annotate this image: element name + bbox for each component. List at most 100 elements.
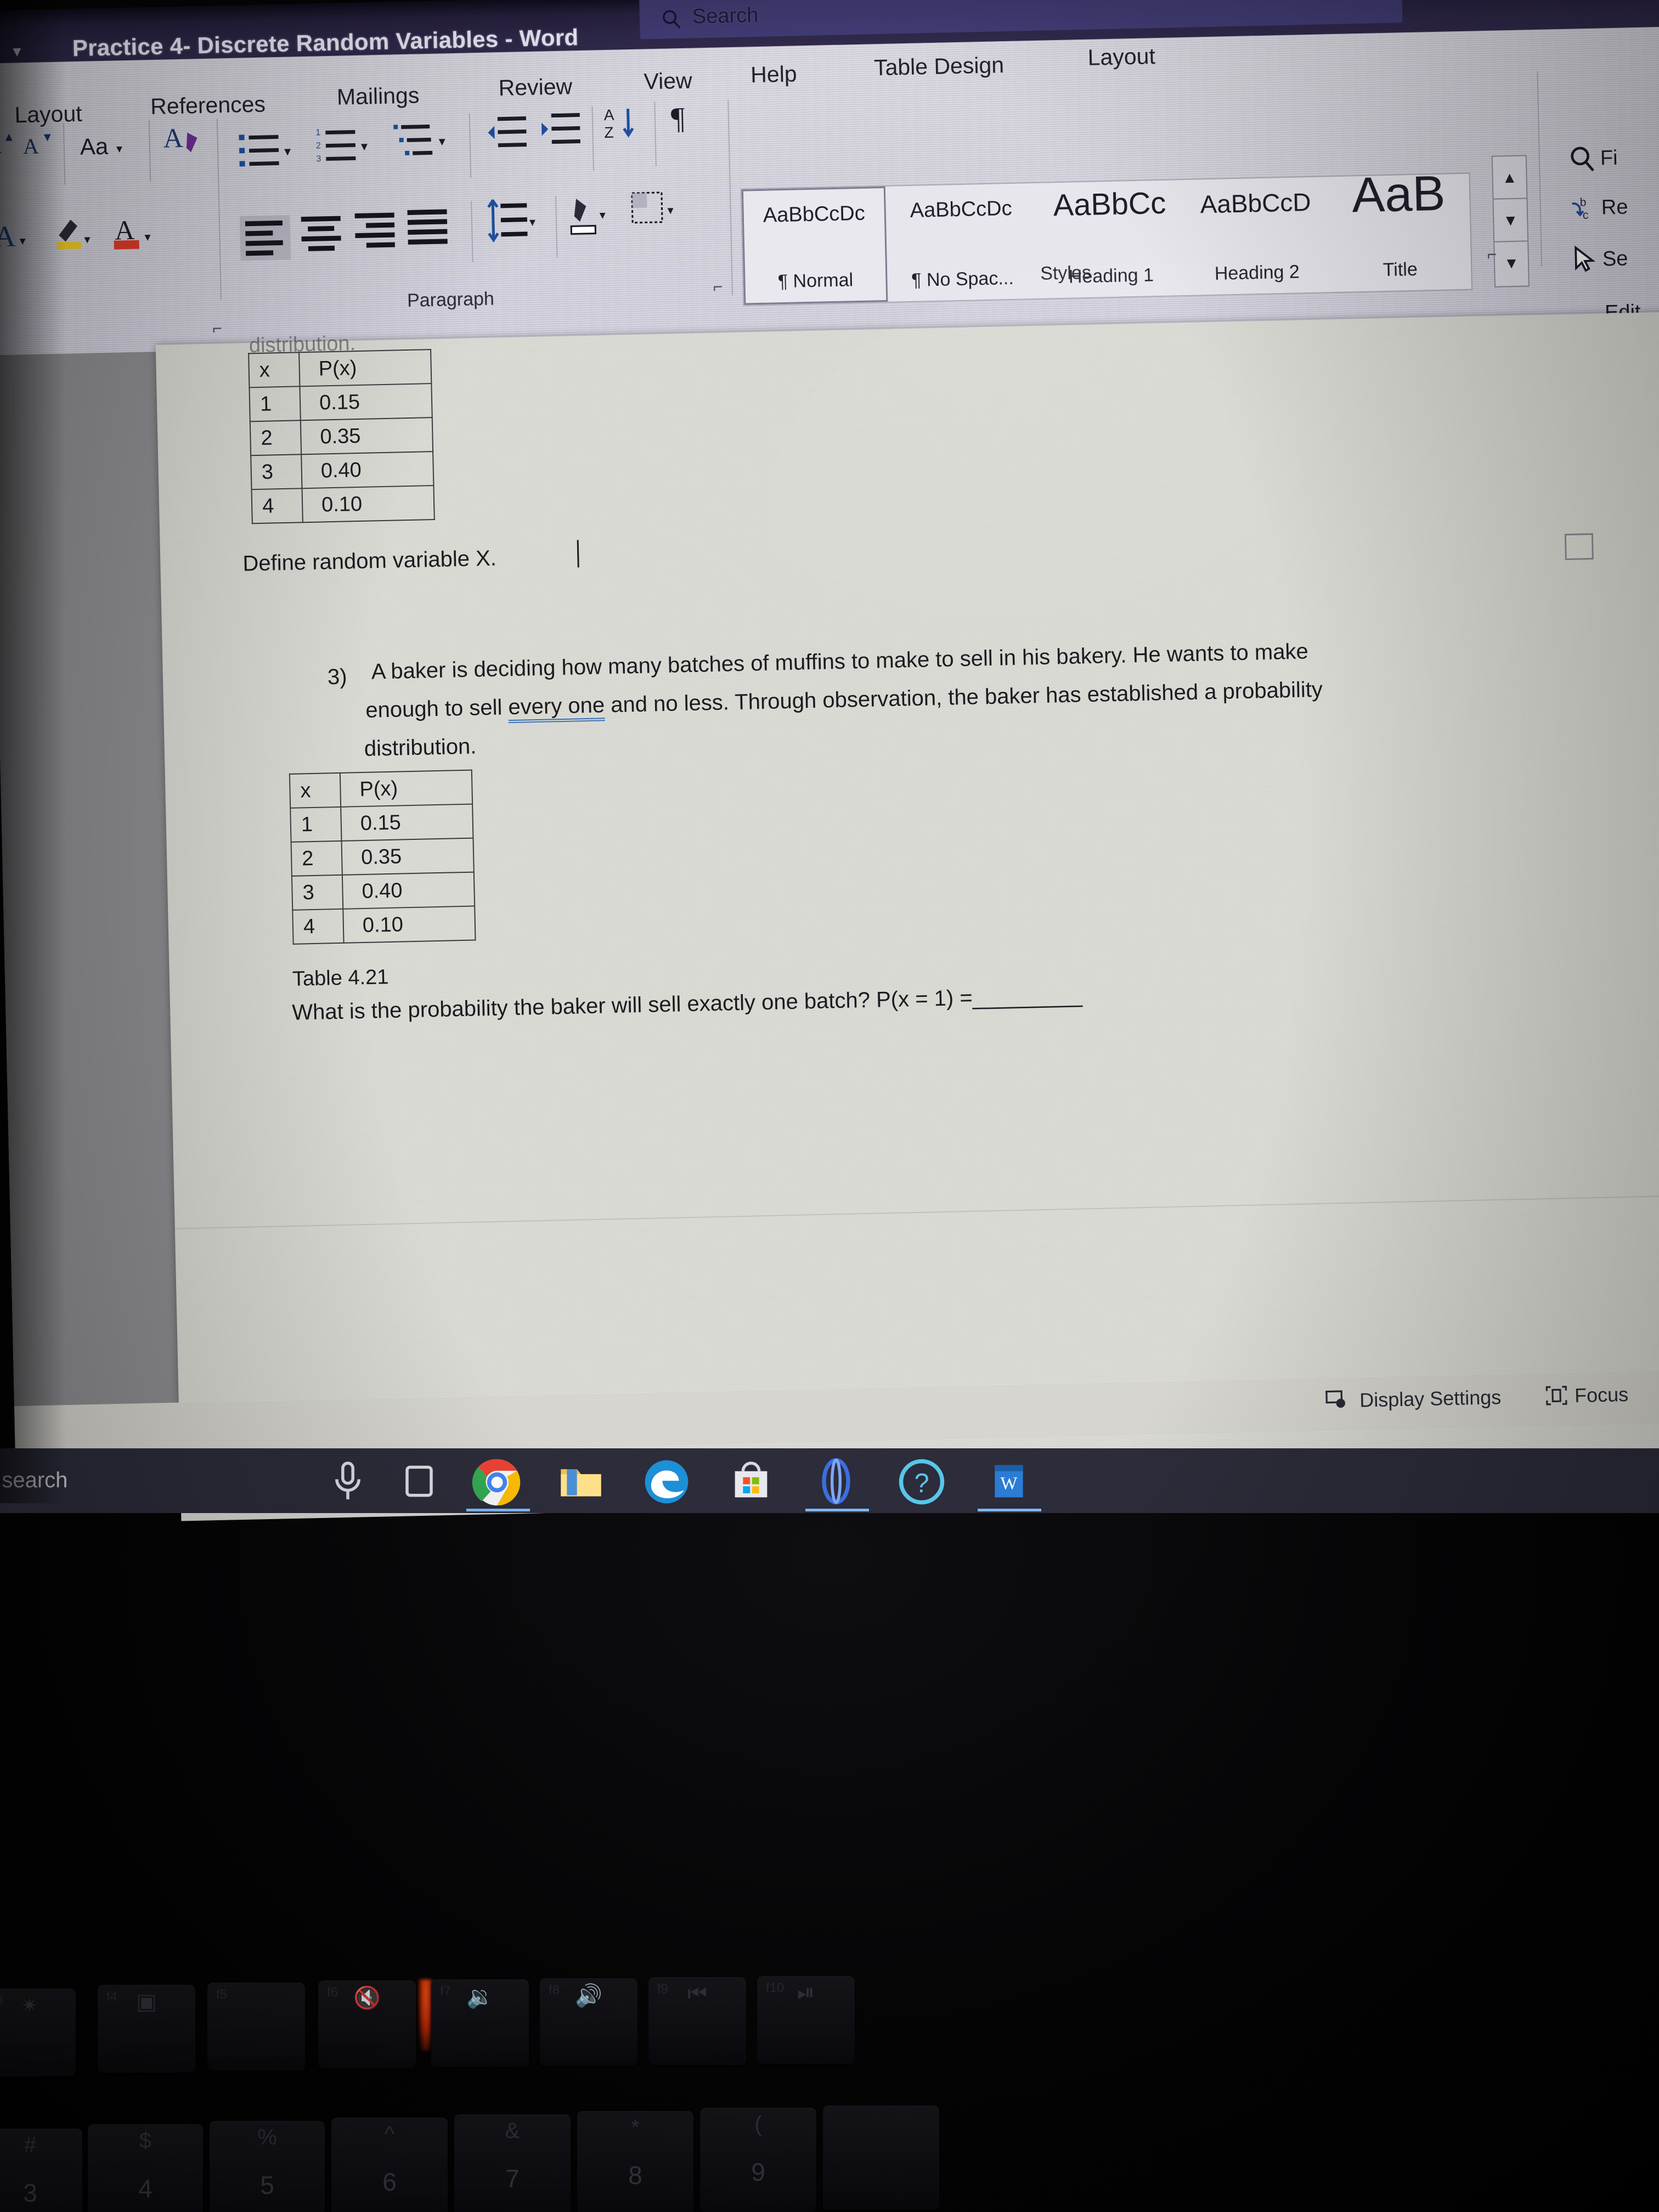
- laptop-keyboard: hp: [0, 1481, 1659, 2212]
- key-5[interactable]: % 5: [210, 2121, 325, 2212]
- key-3[interactable]: # 3: [0, 2129, 82, 2212]
- help-icon[interactable]: ?: [897, 1457, 945, 1505]
- key-f4[interactable]: f4 ▣: [98, 1985, 195, 2073]
- find-icon[interactable]: [1567, 144, 1598, 178]
- tab-table-design[interactable]: Table Design: [874, 52, 1005, 81]
- document-page[interactable]: distribution. x P(x) 1 0.15 2 0.35 3 0.4…: [155, 312, 1659, 1525]
- key-f8-volume-up[interactable]: f8 🔊: [540, 1978, 637, 2066]
- key-f6-mute[interactable]: f6 🔇: [318, 1980, 416, 2068]
- borders-icon[interactable]: ▾: [629, 189, 685, 234]
- display-settings-label[interactable]: Display Settings: [1359, 1386, 1502, 1412]
- define-random-variable-text: Define random variable X.: [242, 546, 497, 576]
- probability-table-2[interactable]: x P(x) 1 0.15 2 0.35 3 0.40 4 0.10: [289, 770, 476, 945]
- grammar-flagged-text[interactable]: every one: [508, 693, 605, 724]
- replace-label[interactable]: Re: [1601, 195, 1628, 219]
- task-view-icon[interactable]: [395, 1457, 443, 1505]
- sort-icon[interactable]: A Z: [603, 103, 651, 143]
- gallery-scroll-up-icon[interactable]: ▲: [1492, 156, 1527, 200]
- divider: [654, 101, 657, 167]
- styles-gallery-scrollbar[interactable]: ▲ ▼ ▼: [1491, 155, 1530, 287]
- font-color-icon[interactable]: A ▾: [113, 211, 167, 253]
- show-formatting-marks-icon[interactable]: ¶: [668, 98, 703, 137]
- tab-layout[interactable]: Layout: [14, 101, 82, 128]
- tab-review[interactable]: Review: [498, 74, 572, 101]
- focus-label[interactable]: Focus: [1575, 1383, 1629, 1407]
- line-spacing-icon[interactable]: ▾: [485, 198, 541, 244]
- svg-text:▾: ▾: [144, 230, 151, 244]
- style-no-spacing[interactable]: AaBbCcDc ¶ No Spac...: [889, 183, 1035, 302]
- align-right-icon[interactable]: [352, 208, 400, 253]
- microphone-icon[interactable]: [324, 1457, 372, 1505]
- file-explorer-icon[interactable]: [557, 1457, 605, 1505]
- tab-mailings[interactable]: Mailings: [336, 82, 419, 110]
- numbering-icon[interactable]: 1 2 3 ▾: [315, 125, 377, 168]
- tab-view[interactable]: View: [644, 68, 692, 95]
- svg-text:c: c: [1583, 209, 1589, 222]
- style-label: Title: [1383, 258, 1418, 281]
- key-6[interactable]: ^ 6: [331, 2118, 448, 2212]
- grow-font-icon[interactable]: A ▲: [0, 129, 14, 160]
- style-heading-2[interactable]: AaBbCcD Heading 2: [1186, 177, 1327, 295]
- find-label[interactable]: Fi: [1600, 146, 1618, 171]
- key-7[interactable]: & 7: [454, 2114, 571, 2212]
- key-main-label: 8: [628, 2161, 642, 2190]
- change-case-icon[interactable]: Aa ▾: [80, 131, 135, 161]
- key-f10-playpause[interactable]: f10 ⏯: [757, 1976, 855, 2064]
- key-9[interactable]: ( 9: [700, 2108, 816, 2212]
- comment-marker[interactable]: [1564, 533, 1594, 561]
- key-4[interactable]: $ 4: [88, 2124, 203, 2212]
- edge-icon[interactable]: [642, 1457, 690, 1505]
- volume-up-icon: 🔊: [575, 1984, 602, 2008]
- key-0[interactable]: [823, 2106, 939, 2210]
- key-8[interactable]: * 8: [577, 2111, 693, 2212]
- select-icon[interactable]: [1569, 244, 1600, 278]
- text-effects-icon[interactable]: A ▾: [0, 217, 45, 254]
- shading-icon[interactable]: ▾: [567, 193, 621, 239]
- svg-text:¶: ¶: [670, 101, 685, 136]
- chevron-down-icon[interactable]: ▾: [8, 42, 27, 60]
- align-left-icon[interactable]: [239, 215, 291, 261]
- multilevel-list-icon[interactable]: ▾: [393, 120, 455, 163]
- paragraph-group-launcher[interactable]: ⌐: [713, 278, 723, 296]
- style-normal[interactable]: AaBbCcDc ¶ Normal: [741, 186, 888, 305]
- key-f3[interactable]: f3 ✴: [0, 1989, 76, 2076]
- gallery-scroll-down-icon[interactable]: ▼: [1493, 199, 1528, 242]
- word-icon[interactable]: W: [985, 1457, 1033, 1505]
- chrome-icon[interactable]: [472, 1457, 521, 1506]
- shrink-font-icon[interactable]: A ▼: [20, 129, 54, 160]
- gallery-more-icon[interactable]: ▼: [1494, 241, 1528, 285]
- font-group-launcher[interactable]: ⌐: [212, 319, 222, 338]
- svg-text:2: 2: [316, 141, 321, 150]
- key-f7-volume-down[interactable]: f7 🔉: [431, 1979, 529, 2067]
- clear-formatting-icon[interactable]: A: [163, 120, 211, 161]
- select-label[interactable]: Se: [1602, 247, 1628, 271]
- microsoft-store-icon[interactable]: [727, 1457, 775, 1505]
- highlight-color-icon[interactable]: ▾: [52, 215, 106, 254]
- key-f5[interactable]: f5: [207, 1983, 305, 2070]
- key-shift-label: #: [24, 2133, 37, 2157]
- tab-help[interactable]: Help: [751, 61, 797, 88]
- tab-layout-table[interactable]: Layout: [1087, 43, 1155, 71]
- bullets-icon[interactable]: ▾: [239, 130, 300, 173]
- focus-icon[interactable]: [1545, 1384, 1568, 1412]
- mute-icon: 🔇: [353, 1986, 381, 2010]
- style-title[interactable]: AaB Title: [1327, 166, 1473, 292]
- svg-text:A: A: [0, 220, 16, 253]
- display-settings-icon[interactable]: [1325, 1389, 1350, 1417]
- increase-indent-icon[interactable]: [539, 110, 586, 149]
- align-center-icon[interactable]: [299, 211, 347, 256]
- cortana-icon[interactable]: [812, 1457, 860, 1505]
- probability-table-1[interactable]: x P(x) 1 0.15 2 0.35 3 0.40 4 0.10: [248, 349, 435, 524]
- tab-references[interactable]: References: [150, 92, 266, 120]
- replace-icon[interactable]: b c: [1568, 193, 1599, 227]
- style-preview: AaBbCс: [1053, 185, 1166, 223]
- styles-group-launcher[interactable]: ⌐: [1487, 246, 1497, 264]
- cell-px: 0.15: [341, 804, 473, 841]
- taskbar-search-text[interactable]: o search: [0, 1468, 67, 1493]
- key-f9-previous[interactable]: f9 ⏮: [648, 1977, 746, 2065]
- editing-group: Fi b c Re Se Edit: [1567, 141, 1659, 324]
- justify-icon[interactable]: [405, 205, 453, 250]
- cell-px: 0.40: [342, 872, 475, 909]
- decrease-indent-icon[interactable]: [486, 113, 533, 153]
- table-row: 1 0.15: [290, 804, 473, 842]
